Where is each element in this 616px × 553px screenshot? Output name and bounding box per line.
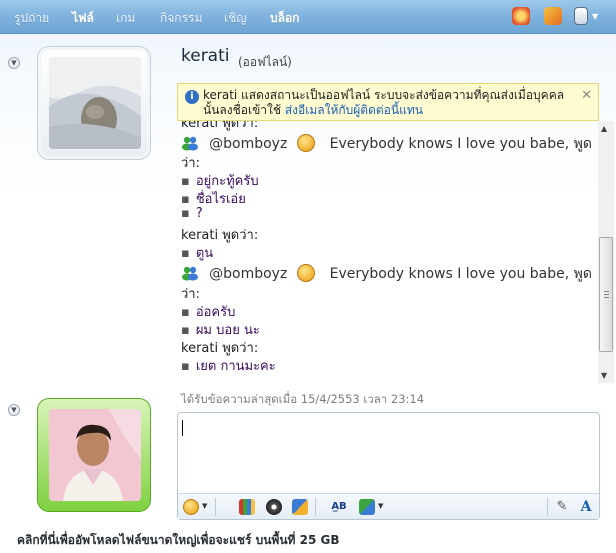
conversation-history: kerati พูดว่า: @bomboyz Everybody knows … [181, 121, 596, 383]
message-item: ▪ เยต กานมะคะ [181, 359, 276, 374]
self-avatar-frame[interactable] [37, 398, 151, 512]
input-toolbar: ▼ A̲B ▼ ✎ A [178, 493, 599, 519]
message-item: ▪? [181, 206, 203, 221]
menu-invite[interactable]: เชิญ [224, 9, 246, 28]
contact-status: (ออฟไลน์) [238, 55, 292, 69]
infobar-message: kerati แสดงสถานะเป็นออฟไลน์ ระบบจะส่งข้อ… [203, 88, 573, 118]
voice-clip-icon[interactable] [266, 499, 282, 515]
menu-photos[interactable]: รูปถ่าย [14, 9, 49, 28]
text-caret [182, 420, 183, 436]
offline-infobar: i kerati แสดงสถานะเป็นออฟไลน์ ระบบจะส่งข… [177, 83, 599, 121]
wink-picker-icon[interactable] [292, 499, 308, 515]
scroll-thumb[interactable] [599, 237, 613, 352]
last-received-timestamp: ได้รับข้อความล่าสุดเมื่อ 15/4/2553 เวลา … [181, 392, 425, 406]
nudge-message: Everybody knows I love you babe, พูด [329, 136, 592, 152]
contact-avatar-frame[interactable] [37, 46, 151, 160]
collapse-contact-icon[interactable]: ▼ [8, 57, 20, 69]
message-text: ผม บอย นะ [195, 323, 260, 338]
send-email-link[interactable]: ส่งอีเมลให้กับผู้ติดต่อนี้แทน [285, 103, 423, 117]
message-input-area[interactable]: ▼ A̲B ▼ ✎ A [177, 412, 600, 520]
conversation-scrollbar[interactable]: ▲ ▼ [598, 121, 614, 383]
menu-block[interactable]: บล็อก [270, 9, 299, 28]
nudge-message: Everybody knows I love you babe, พูด [329, 266, 592, 282]
background-picker-icon[interactable] [239, 499, 255, 515]
options-icon[interactable] [574, 7, 588, 25]
emoticon-icon [297, 134, 316, 152]
msn-buddy-icon [181, 135, 199, 151]
message-text: ชื่อไรเอ่ย [195, 192, 246, 207]
message-text: ตูน [195, 246, 214, 261]
nudge-user: @bomboyz [209, 136, 288, 152]
menu-bar: รูปถ่าย ไฟล์ เกม กิจกรรม เชิญ บล็อก ▼ [0, 0, 616, 34]
emoticon-dropdown-icon[interactable]: ▼ [202, 502, 207, 510]
info-icon: i [185, 90, 199, 104]
conversation-partial-line: kerati พูดว่า: [181, 121, 259, 131]
nudge-user: @bomboyz [209, 266, 288, 282]
message-text: อยู่กะทู้ครับ [195, 174, 259, 189]
close-icon[interactable]: ✕ [581, 88, 592, 103]
handwriting-icon[interactable]: ✎ [554, 499, 570, 515]
scroll-down-icon[interactable]: ▼ [601, 371, 607, 380]
contact-name: kerati [181, 46, 230, 66]
contact-avatar [49, 57, 141, 149]
nudge-line: @bomboyz Everybody knows I love you babe… [181, 133, 592, 155]
upload-large-files-link[interactable]: คลิกที่นี่เพื่ออัพโหลดไฟล์ขนาดใหญ่เพื่อจ… [17, 531, 340, 550]
menu-files[interactable]: ไฟล์ [72, 9, 94, 28]
self-avatar [49, 409, 141, 501]
menu-activities[interactable]: กิจกรรม [160, 9, 202, 28]
scroll-up-icon[interactable]: ▲ [601, 124, 607, 133]
wink-icon[interactable] [544, 7, 562, 25]
share-dropdown-icon[interactable]: ▼ [378, 502, 383, 510]
menu-games[interactable]: เกม [116, 9, 135, 28]
emoticon-icon [297, 264, 316, 282]
message-text: ? [195, 206, 203, 221]
font-icon[interactable]: A̲B [331, 499, 347, 515]
emoticon-picker-icon[interactable] [183, 499, 199, 515]
nudge-line: @bomboyz Everybody knows I love you babe… [181, 263, 592, 285]
msn-buddy-icon [181, 265, 199, 281]
share-photo-icon[interactable] [359, 499, 375, 515]
collapse-self-icon[interactable]: ▼ [8, 404, 20, 416]
message-text: อ่อครับ [195, 305, 236, 320]
message-text: เยต กานมะคะ [195, 359, 276, 374]
games-icon[interactable] [512, 7, 530, 25]
options-arrow-icon[interactable]: ▼ [592, 12, 598, 21]
text-mode-icon[interactable]: A [578, 499, 594, 515]
message-item: ▪ ตูน [181, 246, 214, 261]
